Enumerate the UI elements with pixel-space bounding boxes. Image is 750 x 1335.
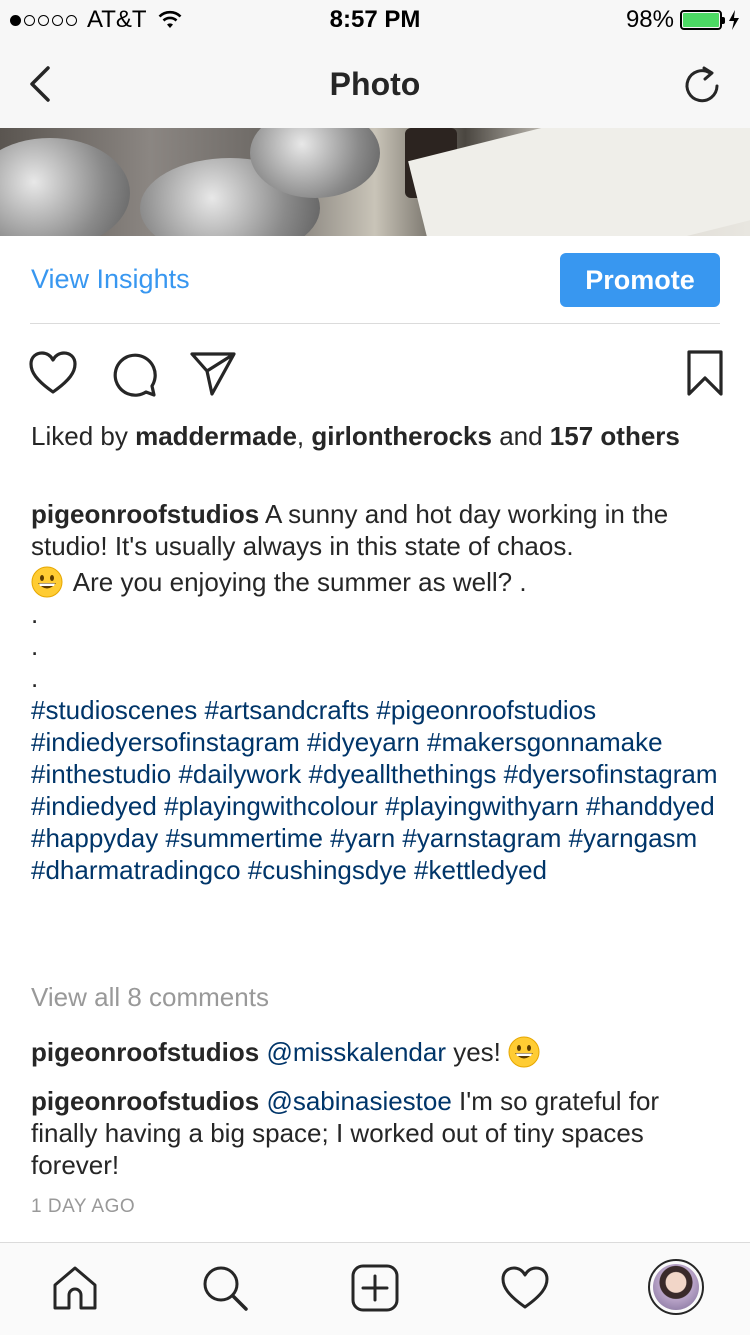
share-icon[interactable] <box>188 348 238 398</box>
caption-dot: . <box>31 599 39 629</box>
comment-item: pigeonroofstudios @sabinasiestoe I'm so … <box>31 1085 721 1181</box>
search-icon[interactable] <box>200 1263 250 1313</box>
caption-text: Are you enjoying the summer as well? . <box>67 567 527 597</box>
view-all-comments-link[interactable]: View all 8 comments <box>31 982 269 1013</box>
caption-line: Are you enjoying the summer as well? . <box>31 566 731 598</box>
add-icon[interactable] <box>350 1263 400 1313</box>
caption-username[interactable]: pigeonroofstudios <box>31 499 259 529</box>
divider <box>30 323 720 324</box>
grinning-emoji-icon <box>508 1036 540 1068</box>
comment-text: yes! <box>446 1037 509 1067</box>
page-title: Photo <box>329 66 421 102</box>
comment-icon[interactable] <box>108 348 158 398</box>
post-photo[interactable] <box>0 128 750 236</box>
comment-mention[interactable]: @misskalendar <box>266 1037 446 1067</box>
caption-line: pigeonroofstudios A sunny and hot day wo… <box>31 498 731 562</box>
view-insights-link[interactable]: View Insights <box>31 264 190 295</box>
caption-hashtags[interactable]: #studioscenes #artsandcrafts #pigeonroof… <box>31 694 731 886</box>
tab-bar <box>0 1242 750 1335</box>
profile-avatar[interactable] <box>648 1259 704 1315</box>
post-timestamp: 1 DAY AGO <box>31 1196 136 1217</box>
post-caption: pigeonroofstudios A sunny and hot day wo… <box>31 498 731 886</box>
activity-icon[interactable] <box>500 1263 550 1313</box>
liker-username[interactable]: maddermade <box>135 421 297 451</box>
comment-username[interactable]: pigeonroofstudios <box>31 1086 259 1116</box>
likes-count[interactable]: 157 others <box>550 421 680 451</box>
battery-percent: 98% <box>625 6 674 33</box>
comment-username[interactable]: pigeonroofstudios <box>31 1037 259 1067</box>
bookmark-icon[interactable] <box>680 348 730 398</box>
nav-bar: Photo <box>0 40 750 128</box>
charging-bolt-icon <box>729 10 739 30</box>
liker-username[interactable]: girlontherocks <box>311 421 492 451</box>
comment-mention[interactable]: @sabinasiestoe <box>266 1086 451 1116</box>
battery-icon <box>680 10 725 30</box>
home-icon[interactable] <box>50 1263 100 1313</box>
status-bar: AT&T 8:57 PM 98% <box>0 0 750 40</box>
grinning-emoji-icon <box>31 566 63 598</box>
caption-dot: . <box>31 663 39 693</box>
status-right: 98% <box>626 6 740 34</box>
comment-item: pigeonroofstudios @misskalendar yes! <box>31 1036 721 1068</box>
caption-dot: . <box>31 631 39 661</box>
promote-button[interactable]: Promote <box>560 253 720 307</box>
refresh-icon[interactable] <box>680 64 724 108</box>
heart-icon[interactable] <box>28 348 78 398</box>
likes-summary: Liked by maddermade, girlontherocks and … <box>31 421 680 451</box>
